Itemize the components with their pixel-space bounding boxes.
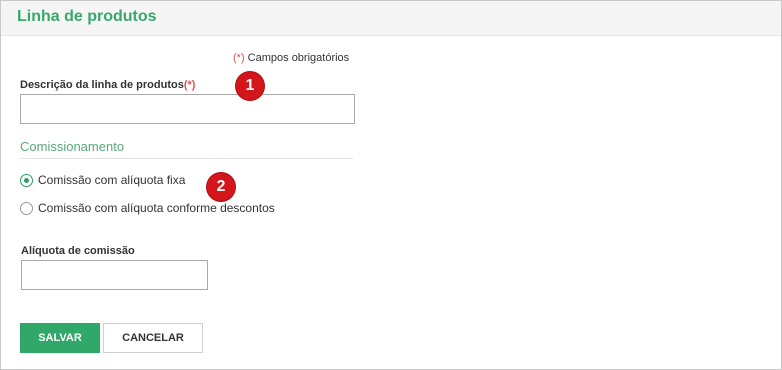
radio-discount-rate-label: Comissão com alíquota conforme descontos [38,201,275,215]
radio-fixed-rate-label: Comissão com alíquota fixa [38,173,186,187]
description-label-text: Descrição da linha de produtos [20,79,184,91]
annotation-badge-2: 2 [207,173,235,201]
cancel-button[interactable]: CANCELAR [103,323,203,353]
commission-rate-label: Alíquota de comissão [21,245,135,257]
panel-header: Linha de produtos [1,1,781,36]
description-input[interactable] [20,94,355,124]
radio-fixed-rate[interactable]: Comissão com alíquota fixa [20,173,185,187]
page-title: Linha de produtos [17,8,157,25]
commission-section-title: Comissionamento [20,139,125,154]
save-button[interactable]: SALVAR [20,323,100,353]
required-fields-note: (*) Campos obrigatórios [233,52,349,64]
radio-button-unchecked[interactable] [20,201,33,215]
description-label: Descrição da linha de produtos(*) [20,79,195,91]
annotation-badge-1: 1 [236,72,264,100]
radio-discount-rate[interactable]: Comissão com alíquota conforme descontos [20,201,275,215]
form-panel: Linha de produtos (*) Campos obrigatório… [0,0,782,370]
section-divider [20,158,353,159]
description-required-marker: (*) [183,79,196,91]
required-note-text: Campos obrigatórios [247,52,350,64]
radio-button-checked[interactable] [20,173,33,187]
required-marker: (*) [233,52,245,64]
commission-rate-input[interactable] [21,260,208,290]
